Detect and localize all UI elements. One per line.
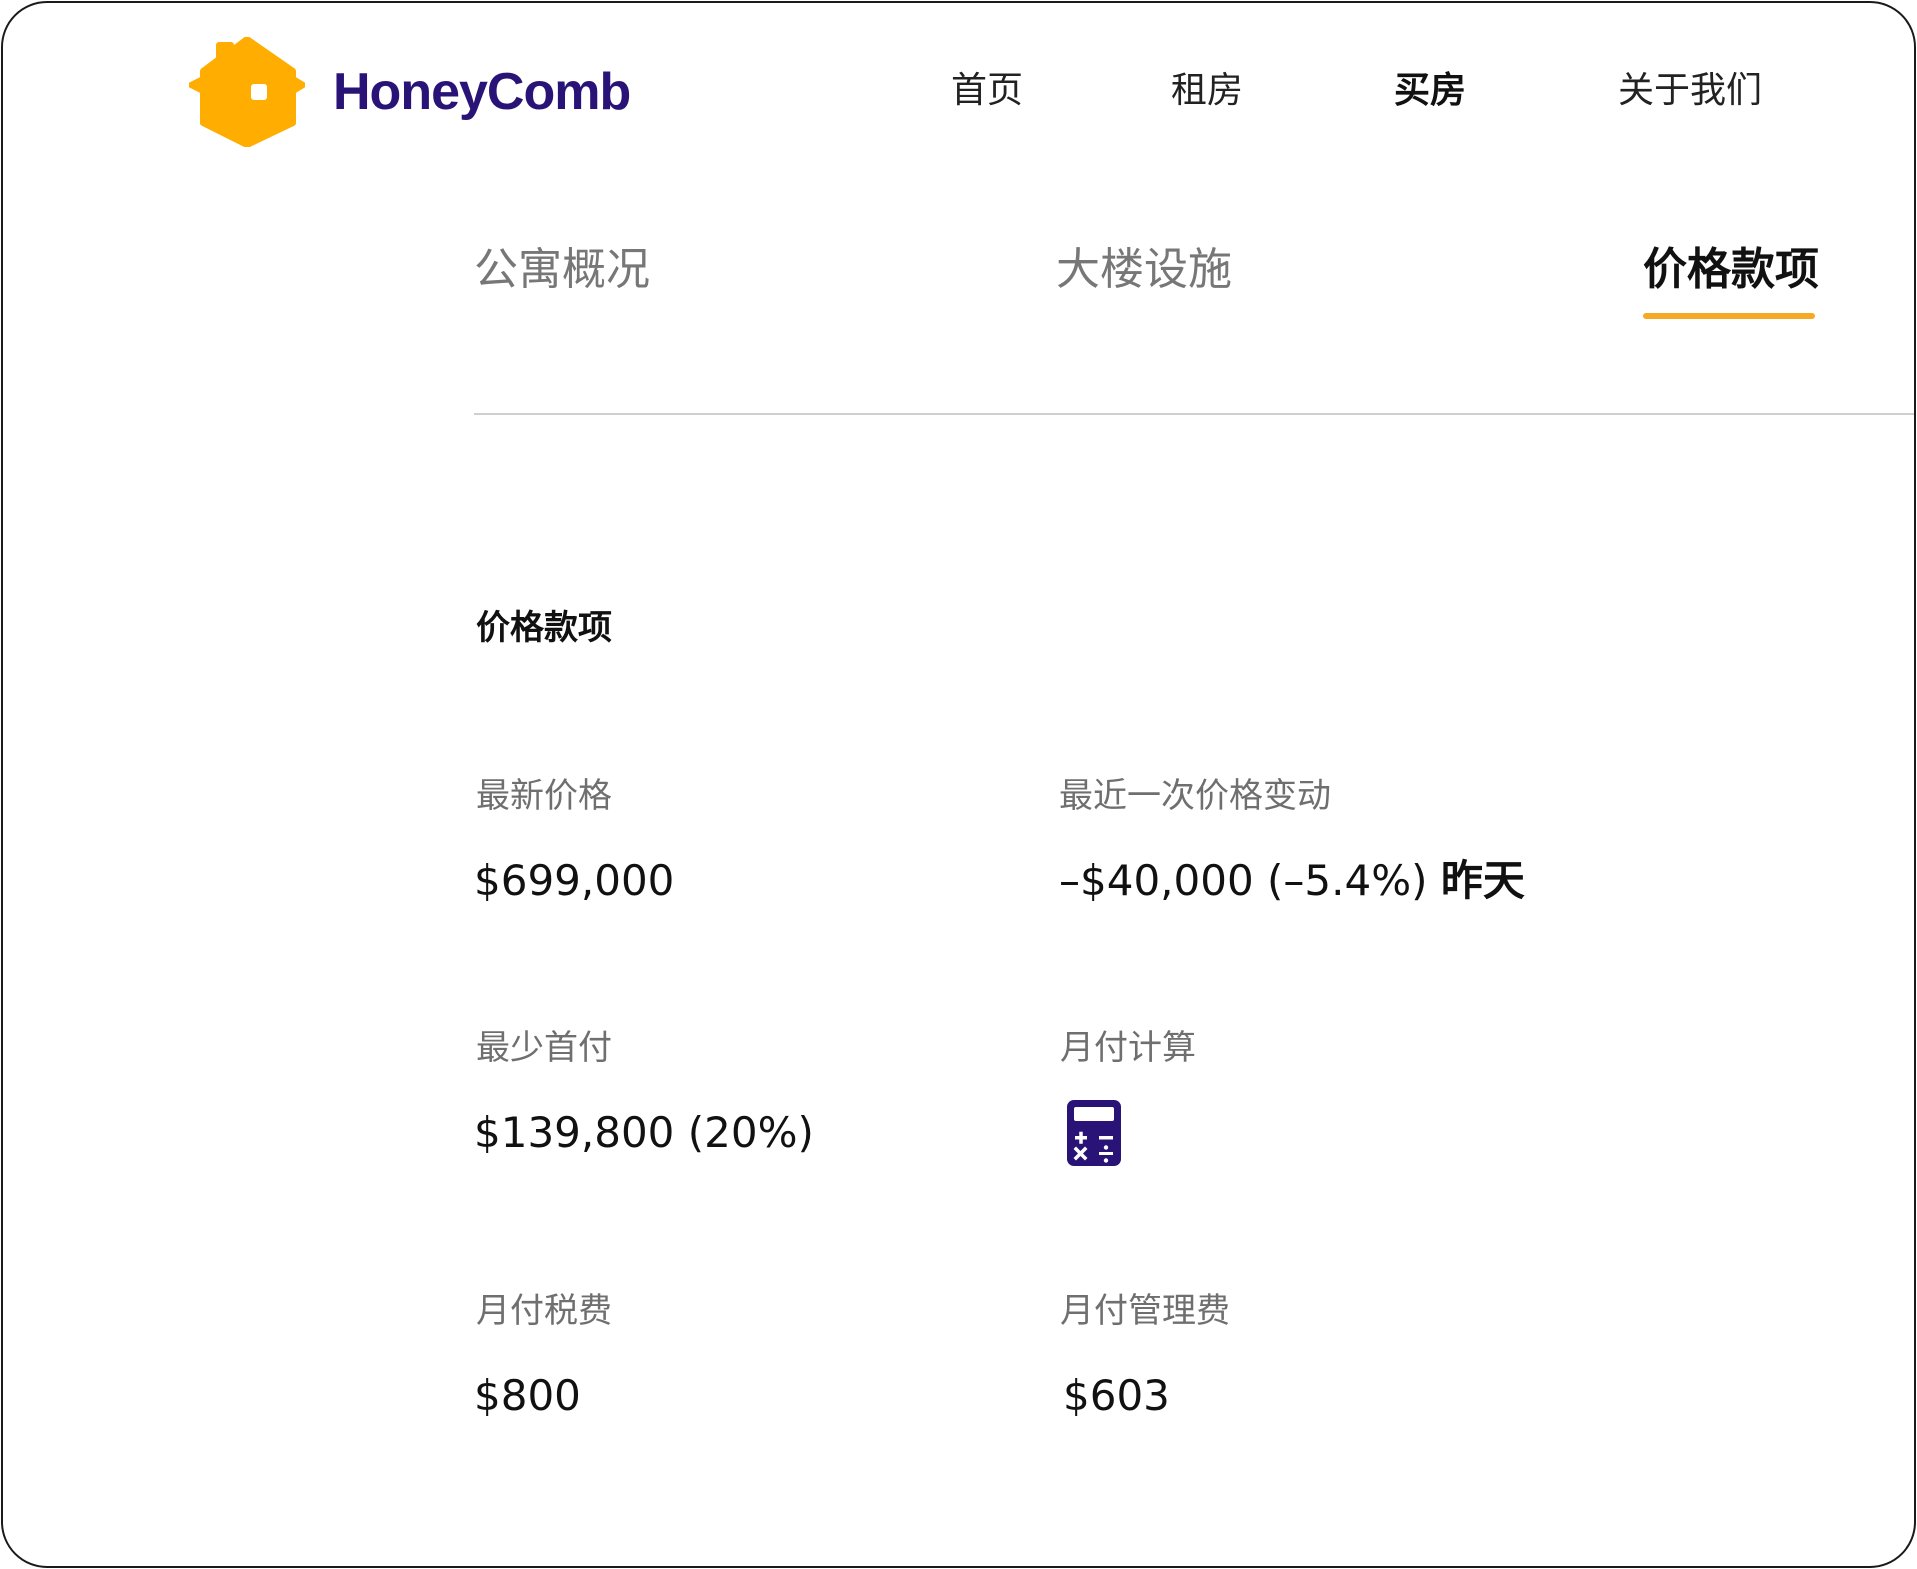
nav-about-us[interactable]: 关于我们 [1618, 63, 1762, 119]
min-down-payment-value: $139,800 (20%) [474, 1108, 814, 1157]
app-frame: HoneyComb 首页 租房 买房 关于我们 公寓概况 大楼设施 价格款项 价… [1, 1, 1916, 1568]
recent-change-when: 昨天 [1440, 856, 1525, 905]
monthly-tax-label: 月付税费 [476, 1291, 612, 1331]
monthly-mgmt-fee-value: $603 [1063, 1371, 1170, 1420]
nav-home[interactable]: 首页 [951, 63, 1023, 119]
monthly-calc-label: 月付计算 [1060, 1028, 1196, 1068]
tabs-divider [474, 413, 1914, 415]
monthly-calculator-button[interactable] [1066, 1099, 1122, 1167]
latest-price-label: 最新价格 [476, 776, 612, 816]
calculator-icon [1067, 1100, 1121, 1166]
min-down-payment-label: 最少首付 [476, 1028, 612, 1068]
recent-change-value: –$40,000 (–5.4%) 昨天 [1059, 851, 1525, 911]
monthly-mgmt-fee-label: 月付管理费 [1060, 1291, 1230, 1331]
latest-price-value: $699,000 [474, 856, 675, 905]
section-tabs: 公寓概况 大楼设施 价格款项 [3, 235, 1914, 325]
nav-buy[interactable]: 买房 [1394, 63, 1466, 119]
active-tab-indicator [1643, 313, 1815, 319]
section-title: 价格款项 [476, 608, 612, 648]
recent-change-amount: –$40,000 (–5.4%) [1059, 856, 1428, 905]
recent-change-label: 最近一次价格变动 [1059, 776, 1331, 816]
top-nav: 首页 租房 买房 关于我们 [3, 63, 1914, 119]
tab-apartment-overview[interactable]: 公寓概况 [474, 235, 650, 305]
tab-pricing[interactable]: 价格款项 [1643, 235, 1819, 305]
monthly-tax-value: $800 [474, 1371, 581, 1420]
nav-rent[interactable]: 租房 [1171, 63, 1243, 119]
tab-building-facilities[interactable]: 大楼设施 [1056, 235, 1232, 305]
